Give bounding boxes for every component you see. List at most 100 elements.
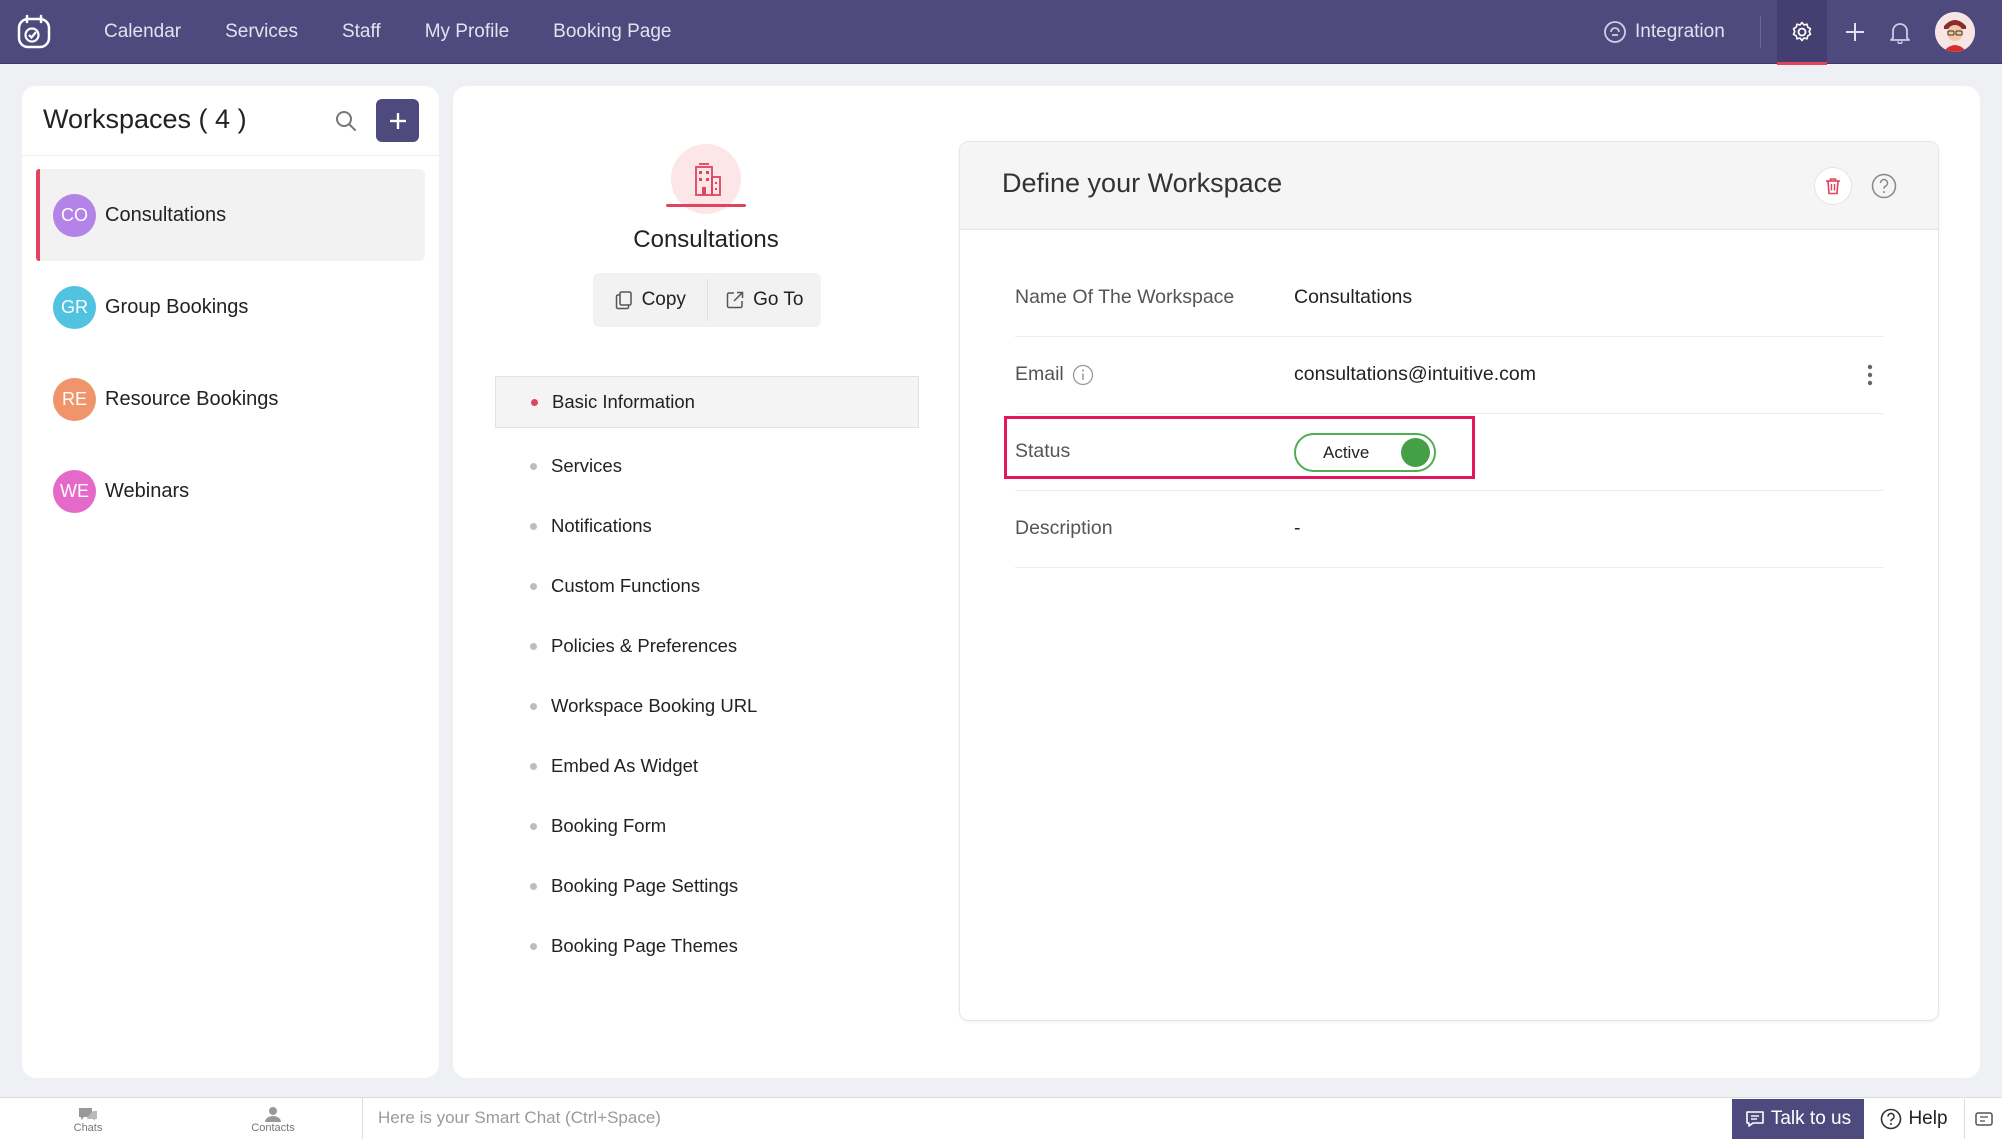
menu-bullet [530, 943, 537, 950]
chats-label: Chats [73, 1122, 103, 1134]
go-to-label: Go To [753, 289, 804, 310]
settings-button[interactable] [1777, 0, 1827, 65]
workspace-item-webinars[interactable]: WE Webinars [36, 445, 425, 537]
search-icon [336, 111, 356, 131]
define-workspace-header: Define your Workspace [960, 142, 1938, 230]
menu-custom-functions[interactable]: Custom Functions [495, 556, 919, 616]
top-navbar: Calendar Services Staff My Profile Booki… [0, 0, 2002, 65]
menu-booking-page-settings[interactable]: Booking Page Settings [495, 856, 919, 916]
status-highlight-box [1004, 416, 1475, 479]
email-more-button[interactable] [1862, 361, 1878, 389]
menu-bullet [531, 399, 538, 406]
workspace-avatar: RE [53, 377, 96, 421]
menu-label: Custom Functions [551, 575, 701, 596]
define-workspace-card: Define your Workspace Name Of The Worksp… [959, 141, 1939, 1021]
add-workspace-button[interactable] [376, 99, 419, 142]
go-to-button[interactable]: Go To [708, 273, 822, 327]
workspace-item-resource-bookings[interactable]: RE Resource Bookings [36, 353, 425, 445]
menu-services[interactable]: Services [495, 436, 919, 496]
nav-services[interactable]: Services [225, 21, 298, 43]
workspaces-panel: Workspaces ( 4 ) CO Consultations GR Gro… [22, 86, 439, 1078]
menu-bullet [530, 643, 537, 650]
help-button[interactable] [1870, 172, 1898, 200]
nav-calendar[interactable]: Calendar [104, 21, 181, 43]
talk-to-us-button[interactable]: Talk to us [1732, 1099, 1864, 1139]
row-description: Description - [1015, 491, 1883, 568]
description-value[interactable]: - [1294, 517, 1301, 540]
contacts-icon [265, 1107, 281, 1122]
menu-bullet [530, 823, 537, 830]
email-label: Email [1015, 363, 1064, 385]
menu-bullet [530, 463, 537, 470]
talk-to-us-label: Talk to us [1770, 1108, 1852, 1129]
gear-icon [1792, 21, 1812, 42]
nav-staff[interactable]: Staff [342, 21, 381, 43]
workspace-detail-panel: Consultations Copy Go To Basic Informati… [453, 86, 1980, 1078]
menu-notifications[interactable]: Notifications [495, 496, 919, 556]
workspace-label: Resource Bookings [105, 387, 279, 410]
help-link[interactable]: Help [1874, 1099, 1954, 1139]
workspace-avatar: CO [53, 193, 96, 237]
email-value[interactable]: consultations@intuitive.com [1294, 363, 1536, 386]
help-label: Help [1908, 1108, 1948, 1129]
workspace-item-group-bookings[interactable]: GR Group Bookings [36, 261, 425, 353]
workspace-name-heading: Consultations [633, 226, 779, 253]
workspace-label: Group Bookings [105, 295, 249, 318]
menu-booking-page-themes[interactable]: Booking Page Themes [495, 916, 919, 976]
chats-button[interactable]: Chats [53, 1102, 123, 1138]
search-workspaces-button[interactable] [330, 105, 362, 137]
nav-my-profile[interactable]: My Profile [425, 21, 509, 43]
integration-link[interactable]: Integration [1603, 0, 1725, 64]
menu-policies-preferences[interactable]: Policies & Preferences [495, 616, 919, 676]
email-label-group: Email [1015, 363, 1094, 386]
copy-button[interactable]: Copy [593, 273, 707, 327]
workspace-item-consultations[interactable]: CO Consultations [36, 169, 425, 261]
add-button[interactable] [1837, 14, 1873, 50]
workspaces-title: Workspaces ( 4 ) [43, 104, 247, 134]
building-icon [695, 163, 721, 196]
menu-bullet [530, 703, 537, 710]
menu-bullet [530, 523, 537, 530]
workspace-label: Consultations [105, 203, 227, 226]
menu-embed-as-widget[interactable]: Embed As Widget [495, 736, 919, 796]
feedback-icon [1974, 1112, 1993, 1126]
copy-icon [615, 291, 632, 310]
nav-booking-page[interactable]: Booking Page [553, 21, 671, 43]
workspace-label: Webinars [105, 479, 190, 502]
contacts-button[interactable]: Contacts [238, 1102, 308, 1138]
menu-label: Booking Page Settings [551, 875, 739, 896]
delete-workspace-button[interactable] [1814, 167, 1852, 205]
app-logo-icon[interactable] [16, 14, 52, 50]
name-value[interactable]: Consultations [1294, 286, 1412, 309]
menu-booking-form[interactable]: Booking Form [495, 796, 919, 856]
menu-label: Basic Information [552, 391, 695, 412]
menu-bullet [530, 763, 537, 770]
bell-icon [1890, 23, 1910, 44]
menu-basic-information[interactable]: Basic Information [495, 376, 919, 428]
define-workspace-title: Define your Workspace [1002, 168, 1283, 198]
workspace-actions: Copy Go To [593, 273, 821, 327]
menu-bullet [530, 883, 537, 890]
more-vertical-icon [1867, 364, 1873, 386]
menu-label: Services [551, 455, 622, 476]
user-avatar[interactable] [1935, 12, 1975, 52]
info-icon[interactable] [1072, 364, 1094, 386]
workspace-avatar: WE [53, 469, 96, 513]
message-icon [1746, 1111, 1764, 1127]
row-email: Email consultations@intuitive.com [1015, 337, 1883, 414]
copy-label: Copy [641, 289, 686, 310]
workspaces-header: Workspaces ( 4 ) [22, 86, 439, 156]
menu-workspace-booking-url[interactable]: Workspace Booking URL [495, 676, 919, 736]
external-link-icon [726, 291, 744, 309]
main-nav: Calendar Services Staff My Profile Booki… [82, 0, 694, 64]
bottom-bar: Chats Contacts Here is your Smart Chat (… [0, 1097, 2002, 1139]
smart-chat-input[interactable]: Here is your Smart Chat (Ctrl+Space) [378, 1108, 661, 1128]
bottom-separator [362, 1098, 363, 1139]
row-workspace-name: Name Of The Workspace Consultations [1015, 260, 1883, 337]
menu-label: Booking Page Themes [551, 935, 738, 956]
chat-bubble-icon [79, 1108, 97, 1121]
menu-label: Embed As Widget [551, 755, 699, 776]
feedback-button[interactable] [1964, 1099, 2002, 1139]
notifications-button[interactable] [1882, 14, 1918, 50]
question-icon [1881, 1108, 1902, 1130]
